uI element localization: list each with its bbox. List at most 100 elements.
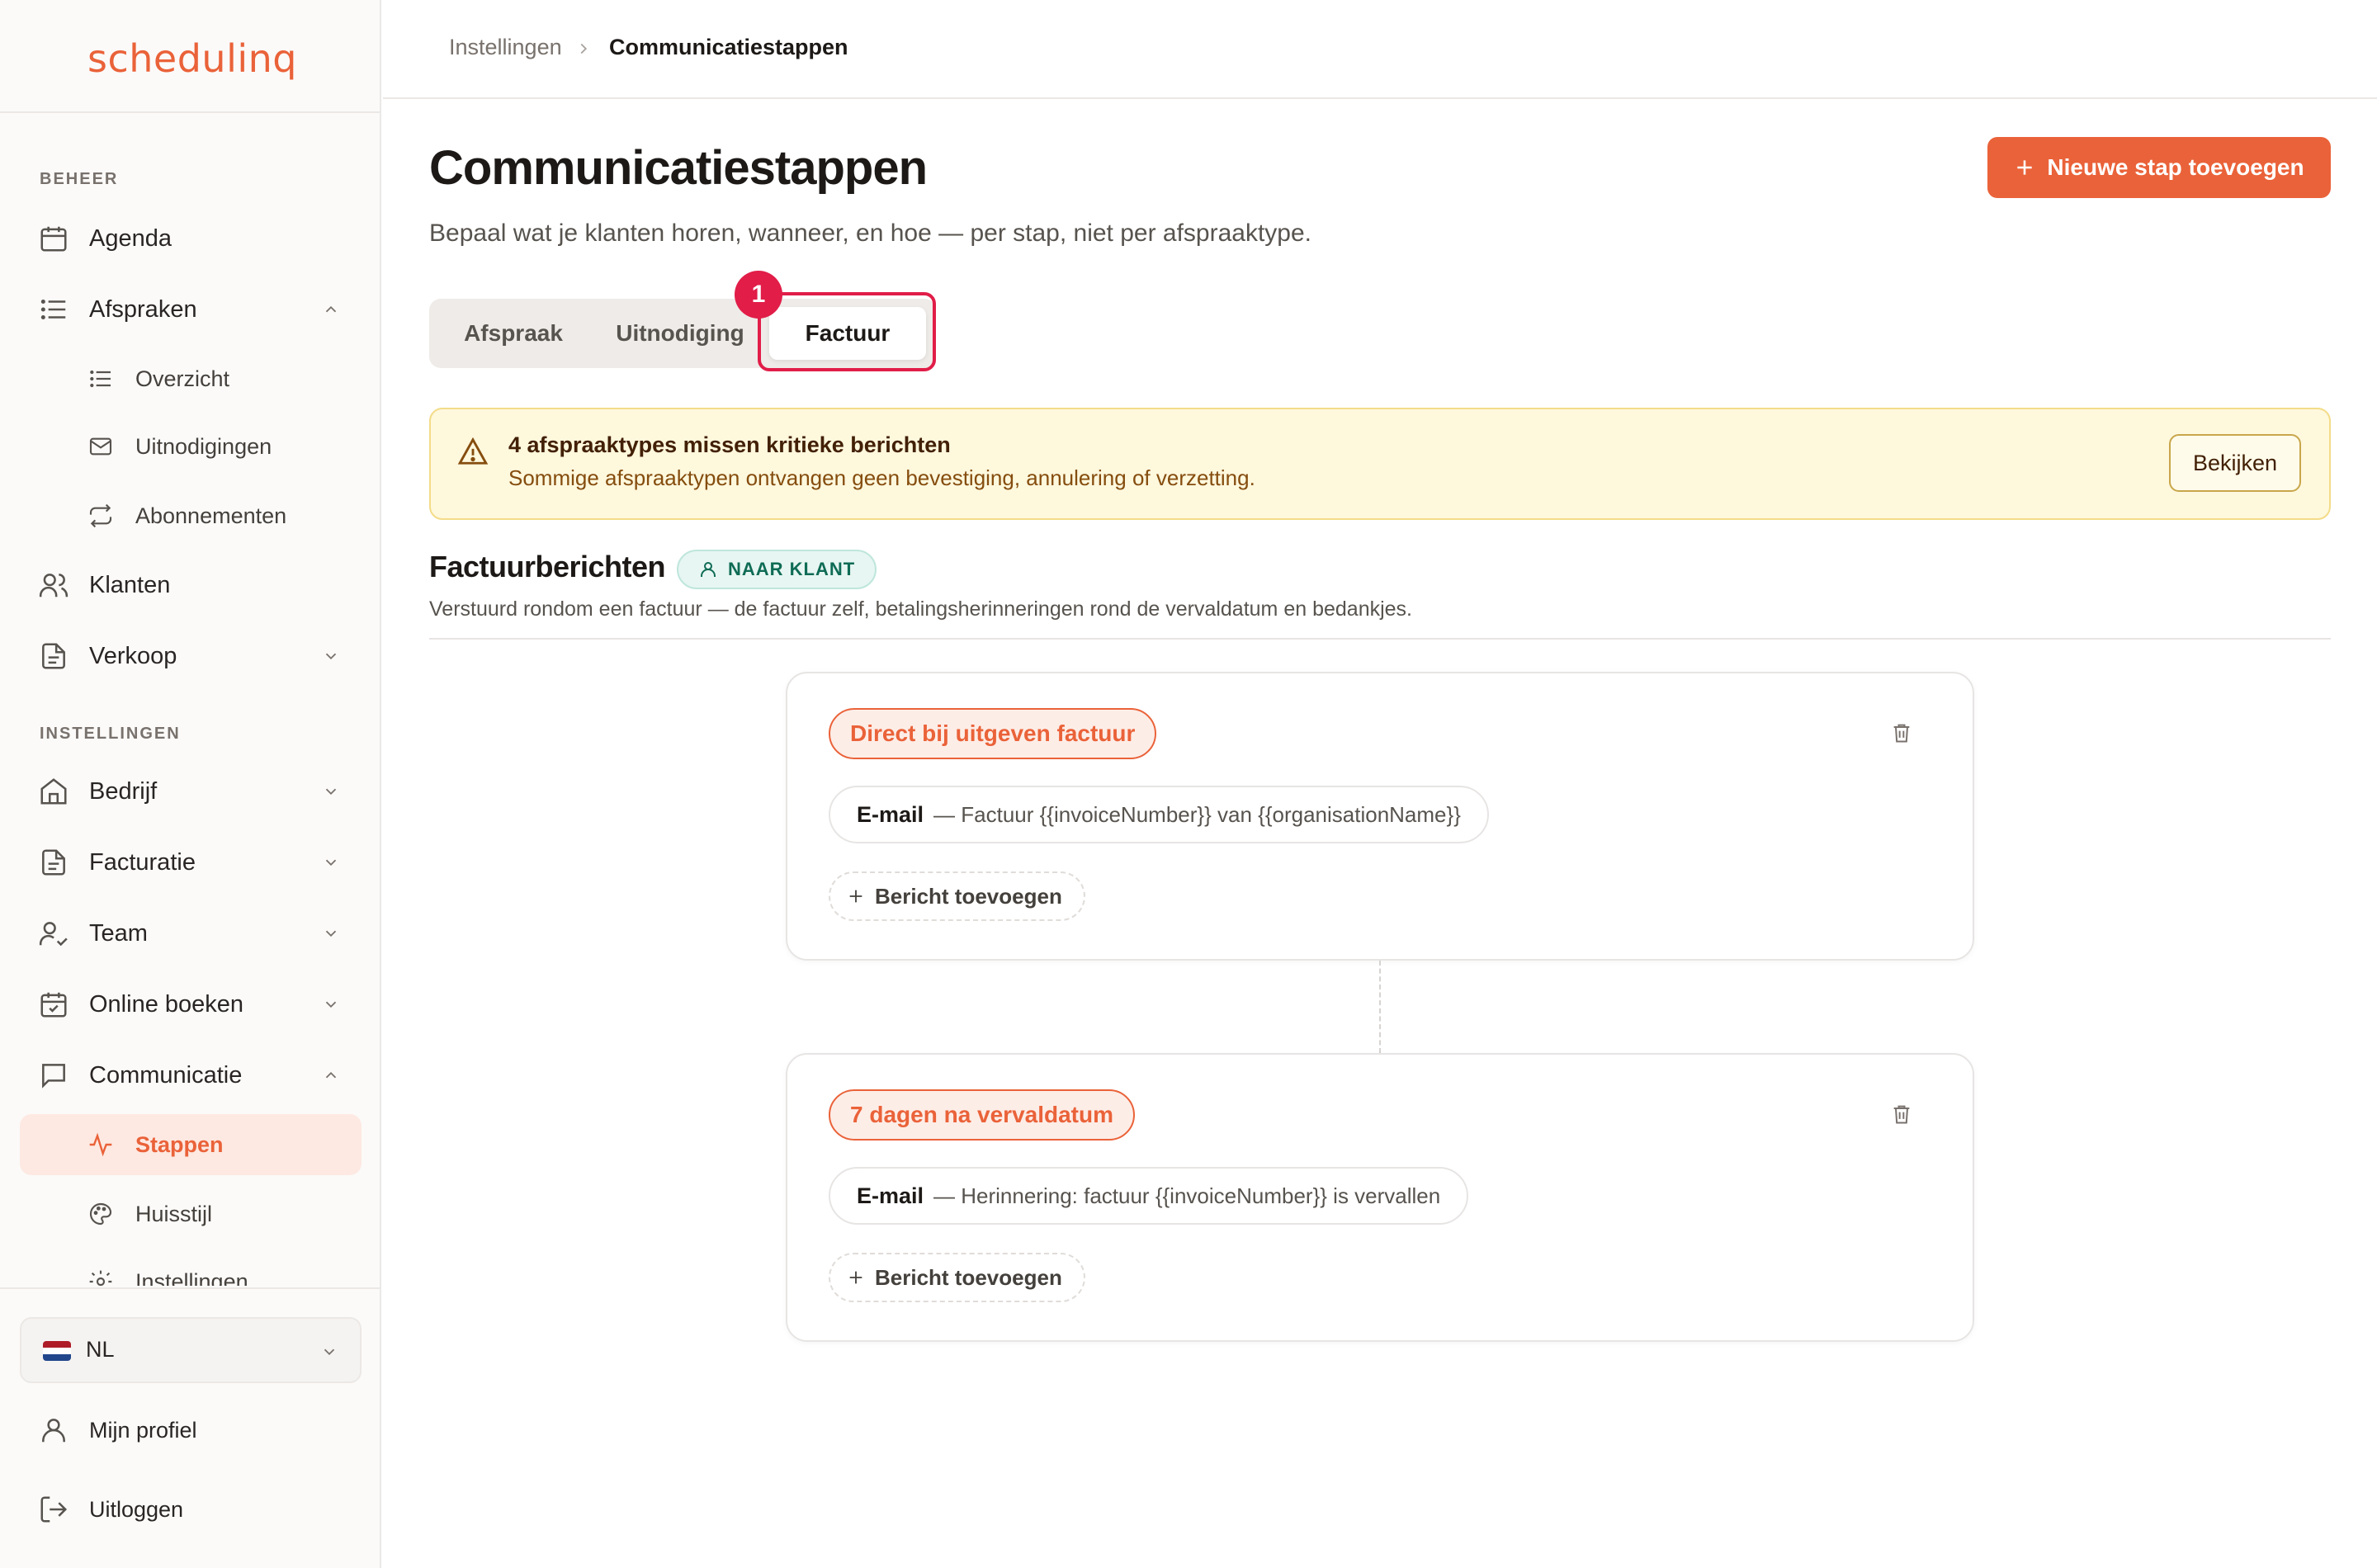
add-message-label: Bericht toevoegen: [875, 1264, 1062, 1290]
step-card: Direct bij uitgeven factuur E-mail — Fac…: [786, 672, 1974, 961]
message-kind: E-mail: [857, 801, 924, 827]
section-description: Verstuurd rondom een factuur — de factuu…: [429, 597, 1413, 621]
sidebar-item-communicatie[interactable]: Communicatie: [20, 1045, 362, 1106]
sidebar-item-label: Huisstijl: [135, 1201, 213, 1226]
chevron-right-icon: [574, 40, 593, 58]
step-trigger[interactable]: 7 dagen na vervaldatum: [829, 1089, 1136, 1141]
list-icon: [38, 294, 69, 325]
sidebar-item-label: Online boeken: [89, 990, 244, 1018]
chevron-down-icon: [322, 924, 340, 942]
message-subject: — Herinnering: factuur {{invoiceNumber}}…: [933, 1183, 1441, 1208]
sidebar-item-team[interactable]: Team: [20, 903, 362, 964]
message-chip[interactable]: E-mail — Herinnering: factuur {{invoiceN…: [829, 1167, 1469, 1225]
plus-icon: [847, 887, 865, 905]
palette-icon: [87, 1201, 114, 1227]
new-step-button-label: Nieuwe stap toevoegen: [2047, 154, 2304, 180]
flag-nl-icon: [43, 1341, 71, 1361]
gear-icon: [87, 1268, 114, 1286]
sidebar-item-label: Mijn profiel: [89, 1417, 197, 1443]
trash-icon[interactable]: [1890, 1103, 1913, 1126]
plus-icon: [847, 1268, 865, 1287]
divider: [0, 111, 380, 113]
sidebar-item-online-boeken[interactable]: Online boeken: [20, 974, 362, 1035]
list-icon: [87, 366, 114, 392]
sidebar-item-label: Uitloggen: [89, 1496, 184, 1522]
language-label: NL: [86, 1337, 115, 1362]
sidebar-item-label: Stappen: [135, 1131, 224, 1157]
brand-logo[interactable]: schedulinq: [87, 36, 297, 81]
language-select[interactable]: NL: [20, 1317, 362, 1383]
sidebar-item-overzicht[interactable]: Overzicht: [20, 348, 362, 409]
sidebar-item-label: Abonnementen: [135, 503, 287, 528]
add-message-button[interactable]: Bericht toevoegen: [829, 871, 1085, 921]
user-icon: [698, 560, 718, 579]
sidebar: schedulinq BEHEER Agenda Afspraken Overz…: [0, 0, 381, 1568]
chevron-down-icon: [322, 995, 340, 1013]
tab-group: Afspraak Uitnodiging Factuur: [429, 299, 936, 368]
warning-icon: [457, 436, 489, 467]
sidebar-item-instellingen[interactable]: Instellingen: [20, 1251, 362, 1286]
home-icon: [38, 776, 69, 807]
repeat-icon: [87, 503, 114, 529]
calendar-check-icon: [38, 989, 69, 1020]
audience-badge: NAAR KLANT: [677, 550, 877, 589]
sidebar-item-label: Communicatie: [89, 1061, 243, 1089]
tab-uitnodiging[interactable]: Uitnodiging: [598, 299, 763, 368]
warning-alert: 4 afspraaktypes missen kritieke berichte…: [429, 408, 2331, 520]
sidebar-item-label: Instellingen: [135, 1268, 248, 1287]
sidebar-item-verkoop[interactable]: Verkoop: [20, 626, 362, 687]
document-icon: [38, 640, 69, 672]
alert-title: 4 afspraaktypes missen kritieke berichte…: [508, 432, 951, 457]
sidebar-item-facturatie[interactable]: Facturatie: [20, 832, 362, 893]
sidebar-item-label: Klanten: [89, 571, 171, 598]
sidebar-item-abonnementen[interactable]: Abonnementen: [20, 485, 362, 546]
sidebar-item-logout[interactable]: Uitloggen: [20, 1479, 362, 1540]
message-chip[interactable]: E-mail — Factuur {{invoiceNumber}} van {…: [829, 786, 1489, 843]
divider: [429, 638, 2331, 640]
sidebar-item-label: Verkoop: [89, 642, 177, 669]
sidebar-item-afspraken[interactable]: Afspraken: [20, 279, 362, 340]
message-subject: — Factuur {{invoiceNumber}} van {{organi…: [933, 801, 1461, 827]
step-trigger[interactable]: Direct bij uitgeven factuur: [829, 708, 1157, 759]
breadcrumb-parent[interactable]: Instellingen: [449, 35, 562, 60]
user-check-icon: [38, 918, 69, 949]
user-icon: [38, 1415, 69, 1446]
users-icon: [38, 569, 69, 601]
sidebar-item-huisstijl[interactable]: Huisstijl: [20, 1183, 362, 1244]
sidebar-item-klanten[interactable]: Klanten: [20, 555, 362, 616]
sidebar-item-label: Team: [89, 919, 148, 947]
audience-badge-label: NAAR KLANT: [728, 559, 856, 579]
plus-icon: [2014, 157, 2035, 178]
step-connector: [1379, 961, 1381, 1053]
page-title: Communicatiestappen: [429, 141, 928, 195]
sidebar-item-uitnodigingen[interactable]: Uitnodigingen: [20, 416, 362, 477]
activity-icon: [87, 1131, 114, 1158]
new-step-button[interactable]: Nieuwe stap toevoegen: [1987, 137, 2331, 198]
breadcrumb-current: Communicatiestappen: [609, 35, 848, 59]
step-card: 7 dagen na vervaldatum E-mail — Herinner…: [786, 1053, 1974, 1342]
alert-message: Sommige afspraaktypen ontvangen geen bev…: [508, 465, 1255, 490]
trash-icon[interactable]: [1890, 721, 1913, 744]
sidebar-item-label: Overzicht: [135, 366, 230, 391]
add-message-button[interactable]: Bericht toevoegen: [829, 1253, 1085, 1302]
sidebar-item-label: Facturatie: [89, 848, 196, 876]
message-square-icon: [38, 1060, 69, 1091]
chevron-down-icon: [320, 1343, 338, 1361]
tab-afspraak[interactable]: Afspraak: [429, 299, 598, 368]
tab-factuur[interactable]: Factuur: [769, 307, 926, 360]
sidebar-item-label: Bedrijf: [89, 777, 158, 805]
sidebar-item-label: Uitnodigingen: [135, 433, 272, 459]
sidebar-item-stappen[interactable]: Stappen: [20, 1114, 362, 1175]
sidebar-item-profile[interactable]: Mijn profiel: [20, 1400, 362, 1461]
topbar: Instellingen Communicatiestappen: [383, 0, 2377, 99]
sidebar-item-bedrijf[interactable]: Bedrijf: [20, 761, 362, 822]
add-message-label: Bericht toevoegen: [875, 883, 1062, 909]
chevron-up-icon: [322, 1066, 340, 1084]
section-title: Factuurberichten: [429, 550, 666, 583]
section-title-beheer: BEHEER: [40, 170, 119, 188]
document-icon: [38, 847, 69, 878]
alert-view-button[interactable]: Bekijken: [2169, 434, 2301, 492]
sidebar-item-label: Afspraken: [89, 295, 197, 323]
sidebar-item-agenda[interactable]: Agenda: [20, 208, 362, 269]
section-title-instellingen: INSTELLINGEN: [40, 725, 181, 743]
